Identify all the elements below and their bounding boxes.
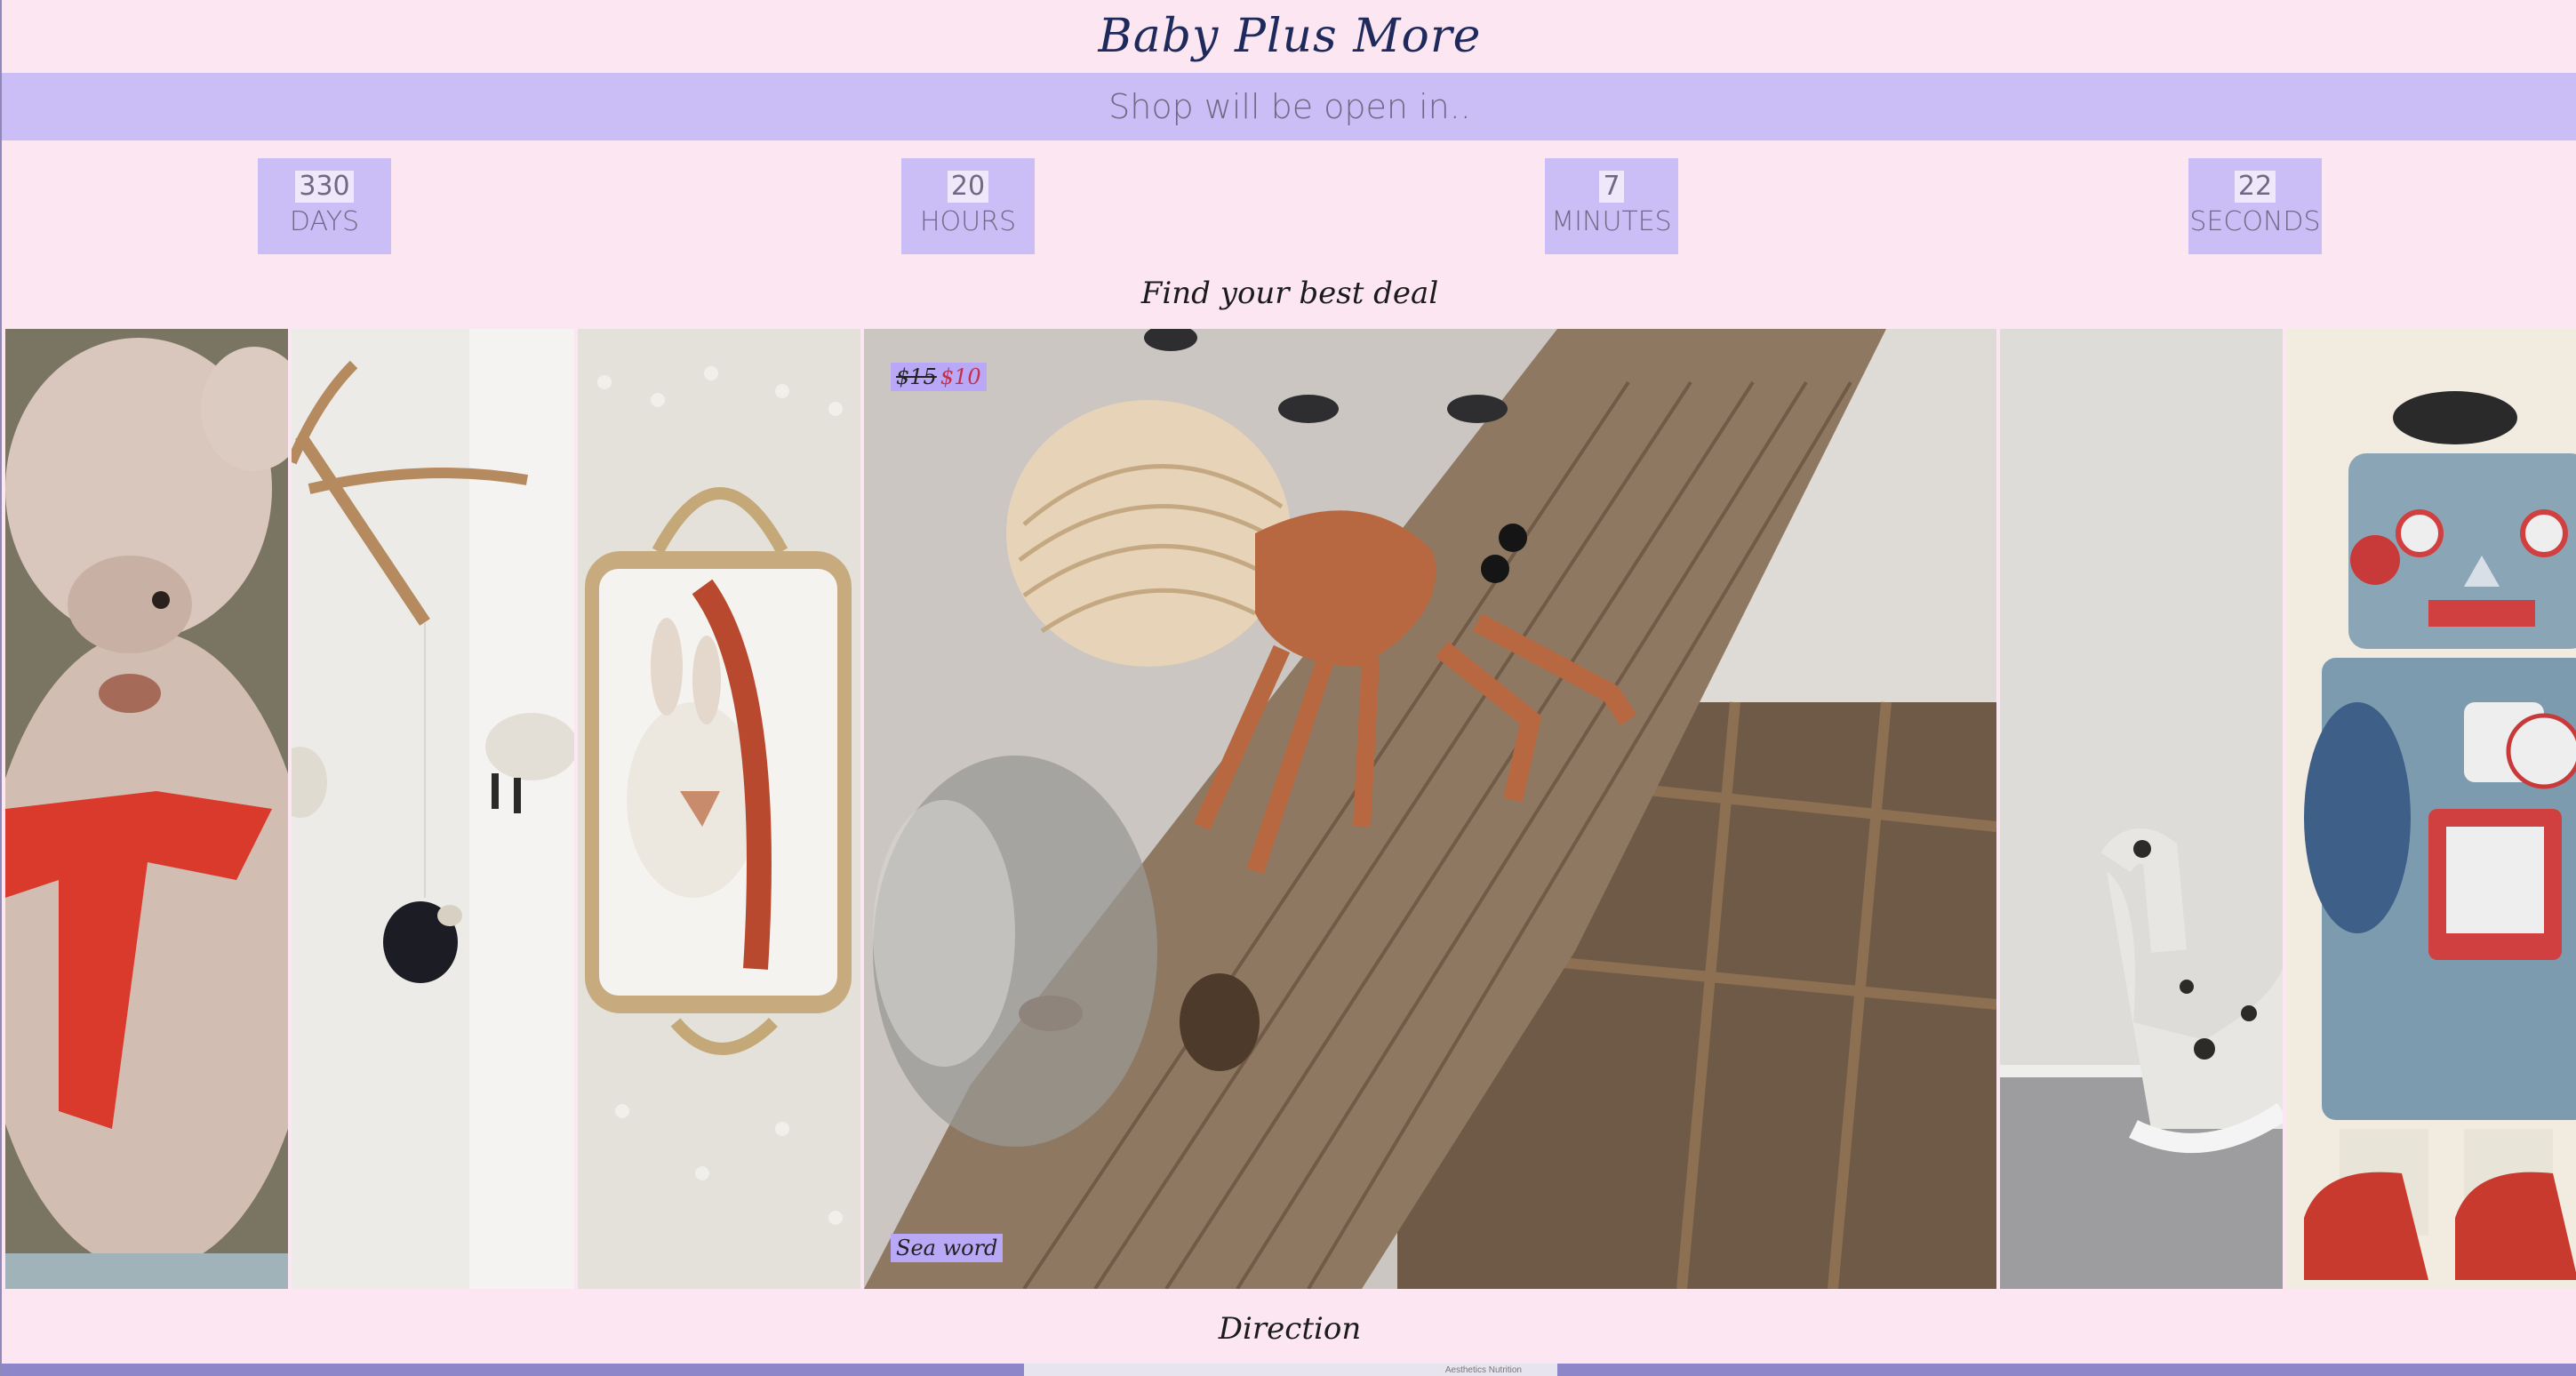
gallery-panel-featured-sea-word[interactable]: $15 $10 Sea word (864, 329, 1996, 1289)
gallery-panel-toy-robot[interactable] (2286, 329, 2576, 1289)
countdown-seconds-label: SECONDS (2189, 206, 2321, 237)
deals-heading: Find your best deal (1140, 276, 1439, 311)
opening-banner: Shop will be open in.. (2, 73, 2576, 140)
rocking-giraffe-image (2000, 329, 2283, 1289)
map-label: Aesthetics Nutrition (1444, 1364, 1522, 1375)
banner-text: Shop will be open in.. (1108, 87, 1471, 126)
countdown-hours: 20 HOURS (901, 158, 1035, 254)
map-preview[interactable]: Aesthetics Nutrition (1024, 1364, 1557, 1376)
countdown-minutes-label: MINUTES (1551, 206, 1672, 237)
hermit-crab-image (864, 329, 1996, 1289)
countdown-timer: 330 DAYS 20 HOURS 7 MINUTES 22 SECONDS (2, 158, 2576, 254)
countdown-seconds: 22 SECONDS (2188, 158, 2322, 254)
countdown-hours-value: 20 (947, 171, 989, 203)
countdown-minutes-value: 7 (1599, 171, 1624, 203)
featured-new-price: $10 (940, 364, 981, 389)
direction-heading: Direction (1218, 1311, 1362, 1347)
site-header: Baby Plus More (2, 0, 2576, 73)
featured-price-badge: $15 $10 (891, 363, 987, 391)
featured-old-price: $15 (896, 364, 937, 389)
teddy-bear-image (5, 329, 288, 1289)
featured-product-name: Sea word (891, 1234, 1004, 1262)
gallery-panel-teddy-bear[interactable] (5, 329, 288, 1289)
countdown-days-value: 330 (295, 171, 354, 203)
toy-robot-image (2286, 329, 2576, 1289)
countdown-days-label: DAYS (289, 206, 360, 237)
basket-bunny-image (578, 329, 860, 1289)
gallery-panel-rocking-giraffe[interactable] (2000, 329, 2283, 1289)
baby-mobile-image (292, 329, 574, 1289)
product-gallery: $15 $10 Sea word (5, 329, 2576, 1289)
countdown-days: 330 DAYS (258, 158, 391, 254)
countdown-hours-label: HOURS (919, 206, 1017, 237)
countdown-minutes: 7 MINUTES (1545, 158, 1678, 254)
countdown-seconds-value: 22 (2234, 171, 2276, 203)
gallery-panel-baby-mobile[interactable] (292, 329, 574, 1289)
brand-logo[interactable]: Baby Plus More (1099, 10, 1482, 63)
gallery-panel-basket-bunny[interactable] (578, 329, 860, 1289)
